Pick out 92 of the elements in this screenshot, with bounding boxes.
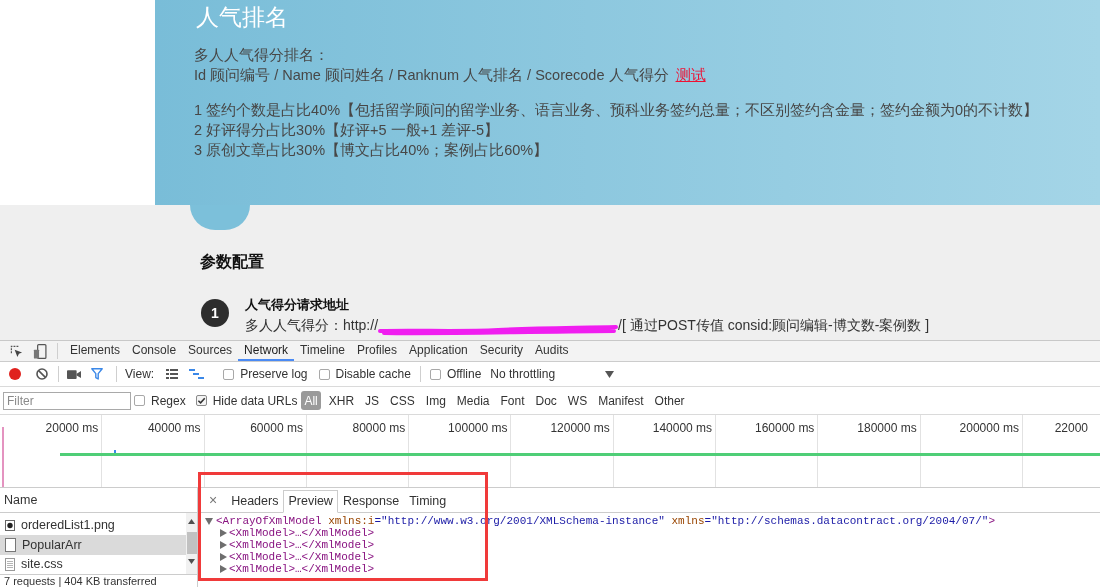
collapsed-triangle-icon[interactable] (220, 529, 227, 537)
panel-tab[interactable]: Profiles (351, 341, 404, 361)
timeline-event-mark (114, 450, 116, 453)
step-description: 多人人气得分：http:// (245, 315, 379, 335)
document-file-icon (5, 538, 16, 552)
checkbox-label[interactable]: Offline (446, 365, 482, 383)
details-tab[interactable]: Headers (226, 490, 284, 513)
waterfall-view-icon[interactable] (189, 369, 205, 379)
request-name: PopularArr (22, 536, 82, 554)
inspect-icon[interactable] (10, 344, 23, 358)
stylesheet-file-icon (5, 557, 15, 571)
checkbox[interactable] (195, 395, 207, 406)
time-tick-label: 100000 ms (448, 421, 508, 435)
time-tick-label: 200000 ms (959, 421, 1019, 435)
checkbox-label[interactable]: Disable cache (335, 365, 411, 383)
section-heading: 参数配置 (200, 252, 264, 272)
time-tick-label: 80000 ms (352, 421, 406, 435)
time-tick-label: 22000 (1054, 421, 1088, 435)
device-icon[interactable] (33, 343, 47, 359)
collapsed-triangle-icon[interactable] (220, 541, 227, 549)
name-column-header[interactable]: Name (0, 488, 197, 513)
panel-tab[interactable]: Console (126, 341, 183, 361)
collapsed-triangle-icon[interactable] (220, 553, 227, 561)
clear-icon[interactable] (36, 368, 48, 380)
image-file-icon (5, 520, 15, 532)
panel-tab[interactable]: Security (473, 341, 530, 361)
type-filter-tab[interactable]: XHR (325, 391, 358, 410)
view-label: View: (125, 366, 155, 383)
time-tick-label: 160000 ms (755, 421, 815, 435)
timeline-marker (2, 427, 4, 487)
filter-icon[interactable] (91, 368, 103, 380)
xml-element-line[interactable]: <XmlModel>…</XmlModel> (229, 551, 375, 563)
step-title: 人气得分请求地址 (245, 296, 349, 314)
video-camera-icon[interactable] (67, 369, 81, 379)
record-icon[interactable] (9, 368, 21, 380)
rule-text: 2 好评得分占比30%【好评+5 一般+1 差评-5】 (194, 121, 500, 140)
type-filter-tab[interactable]: Font (497, 391, 528, 410)
checkbox-label[interactable]: Hide data URLs (212, 391, 298, 410)
panel-tab[interactable]: Elements (64, 341, 127, 361)
type-filter-tab[interactable]: Other (651, 391, 688, 410)
xml-element-line[interactable]: <XmlModel>…</XmlModel> (229, 527, 375, 539)
scrollbar-thumb[interactable] (186, 532, 197, 554)
time-tick-label: 140000 ms (652, 421, 713, 435)
details-tab[interactable]: Preview (283, 490, 338, 513)
circle-decoration (190, 205, 250, 230)
type-filter-tab[interactable]: Manifest (595, 391, 647, 410)
expanded-triangle-icon[interactable] (205, 517, 213, 525)
step-number: 1 (201, 299, 229, 327)
checkbox[interactable] (223, 368, 235, 380)
caret-down-icon (605, 370, 615, 378)
time-tick-label: 120000 ms (550, 421, 610, 435)
type-filter-tab[interactable]: Media (453, 391, 493, 410)
throttling-select[interactable]: No throttling (490, 365, 615, 383)
type-filter-tab[interactable]: WS (564, 391, 591, 410)
panel-tab[interactable]: Application (403, 341, 474, 361)
type-filter-tab[interactable]: Img (422, 391, 449, 410)
xml-element-line[interactable]: <XmlModel>…</XmlModel> (229, 539, 375, 551)
checkbox-label[interactable]: Preserve log (240, 365, 308, 383)
panel-tab[interactable]: Audits (529, 341, 575, 361)
request-summary: 7 requests | 404 KB transferred (4, 575, 157, 587)
checkbox[interactable] (318, 368, 330, 380)
close-button[interactable]: × (206, 489, 221, 512)
panel-tab[interactable]: Sources (182, 341, 239, 361)
rule-text: 3 原创文章占比30%【博文占比40%；案例占比60%】 (194, 141, 549, 160)
filter-input[interactable]: Filter (3, 391, 131, 410)
type-filter-tab[interactable]: CSS (387, 391, 418, 410)
field-list: Id 顾问编号 / Name 顾问姓名 / Ranknum 人气排名 / Scorecode 人气得分 (194, 65, 669, 85)
list-view-icon[interactable] (166, 369, 179, 379)
time-tick-label: 20000 ms (45, 421, 99, 435)
panel-tab[interactable]: Timeline (294, 341, 351, 361)
scroll-up-icon[interactable] (188, 519, 195, 524)
checkbox-label[interactable]: Regex (151, 391, 186, 410)
collapsed-triangle-icon[interactable] (220, 565, 227, 573)
page-title: 人气排名 (196, 3, 288, 32)
time-tick-label: 60000 ms (250, 421, 303, 435)
request-row[interactable]: PopularArr (0, 535, 186, 555)
checkbox[interactable] (134, 395, 145, 406)
time-tick-label: 180000 ms (857, 421, 917, 435)
rule-text: 1 签约个数是占比40%【包括留学顾问的留学业务、语言业务、预科业务签约总量；不区别签约含金量；签约金额为0的不计数】 (194, 101, 1039, 120)
details-tab[interactable]: Timing (404, 490, 452, 513)
time-tick-label: 40000 ms (147, 421, 201, 435)
intro-text: 多人人气得分排名： (194, 46, 329, 65)
step-description: /[ 通过POST传值 consid:顾问编辑-博文数-案例数 ] (618, 315, 930, 335)
type-filter-tab[interactable]: JS (362, 391, 383, 410)
xml-element-line[interactable]: <XmlModel>…</XmlModel> (229, 563, 375, 575)
checkbox[interactable] (429, 368, 441, 380)
scroll-down-icon[interactable] (188, 559, 195, 564)
request-name: orderedList1.png (21, 517, 115, 535)
details-tab[interactable]: Response (337, 490, 405, 513)
request-name: site.css (21, 555, 63, 573)
type-filter-tab[interactable]: Doc (532, 391, 560, 410)
scrollbar-track[interactable] (186, 513, 197, 574)
